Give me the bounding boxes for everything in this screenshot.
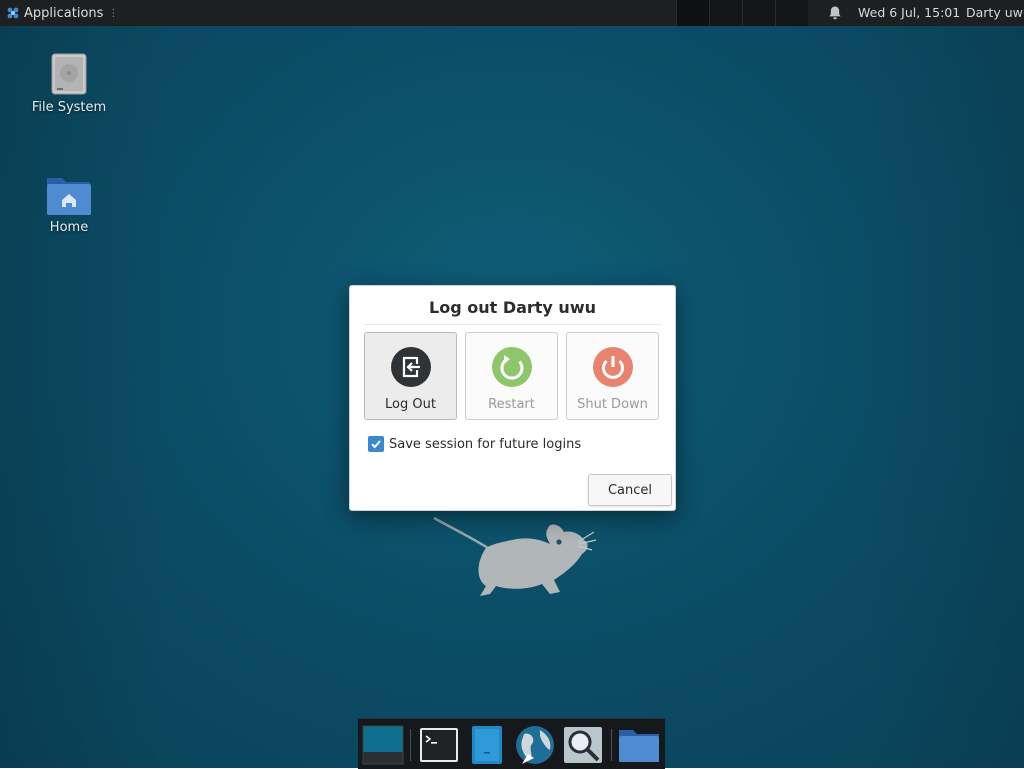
home-folder-icon <box>47 178 91 215</box>
logout-dialog: Log out Darty uwu Log Out Restart Shut D… <box>349 285 676 511</box>
user-menu[interactable]: Darty uwu <box>966 0 1024 26</box>
applications-menu-button[interactable]: Applications ⋮ <box>2 0 122 26</box>
menu-handle-icon: ⋮ <box>108 7 119 19</box>
dialog-title: Log out Darty uwu <box>429 298 596 317</box>
logout-icon <box>391 347 431 387</box>
restart-icon <box>492 347 532 387</box>
workspace-1[interactable] <box>676 0 709 26</box>
clock[interactable]: Wed 6 Jul, 15:01 <box>858 0 960 26</box>
desktop-wallpaper: Applications ⋮ Wed 6 Jul, 15:01 Darty uw… <box>0 0 1024 769</box>
log-out-button[interactable]: Log Out <box>364 332 457 420</box>
shut-down-button[interactable]: Shut Down <box>566 332 659 420</box>
applications-menu-label: Applications <box>24 5 104 21</box>
power-icon <box>593 347 633 387</box>
hard-drive-icon <box>51 53 87 95</box>
restart-label: Restart <box>488 397 535 412</box>
workspace-switcher[interactable] <box>676 0 808 26</box>
shut-down-label: Shut Down <box>577 397 648 412</box>
log-out-label: Log Out <box>385 397 436 412</box>
cancel-button[interactable]: Cancel <box>588 474 672 506</box>
app-finder-icon[interactable] <box>562 724 604 766</box>
save-session-checkbox[interactable]: Save session for future logins <box>368 436 581 452</box>
web-browser-icon[interactable] <box>514 724 556 766</box>
desktop-icon-label: Home <box>49 220 89 235</box>
desktop-icon-label: File System <box>31 100 107 115</box>
workspace-4[interactable] <box>775 0 808 26</box>
xfce-mouse-logo <box>433 516 597 596</box>
workspace-3[interactable] <box>742 0 775 26</box>
dock-separator <box>410 729 411 761</box>
terminal-icon[interactable] <box>418 724 460 766</box>
file-manager-icon[interactable] <box>466 724 508 766</box>
dialog-separator <box>364 324 661 325</box>
bottom-dock <box>358 718 665 769</box>
dock-separator <box>611 729 612 761</box>
desktop-icon-home[interactable]: Home <box>24 172 114 235</box>
checkbox-checked-icon[interactable] <box>368 436 384 452</box>
xfce-logo-icon <box>7 7 19 19</box>
notification-bell-icon[interactable] <box>826 4 844 22</box>
workspace-2[interactable] <box>709 0 742 26</box>
restart-button[interactable]: Restart <box>465 332 558 420</box>
save-session-label: Save session for future logins <box>389 436 582 452</box>
top-panel: Applications ⋮ Wed 6 Jul, 15:01 Darty uw… <box>0 0 1024 26</box>
show-desktop-icon[interactable] <box>362 724 404 766</box>
folder-icon[interactable] <box>618 724 660 766</box>
desktop-icon-file-system[interactable]: File System <box>24 52 114 115</box>
